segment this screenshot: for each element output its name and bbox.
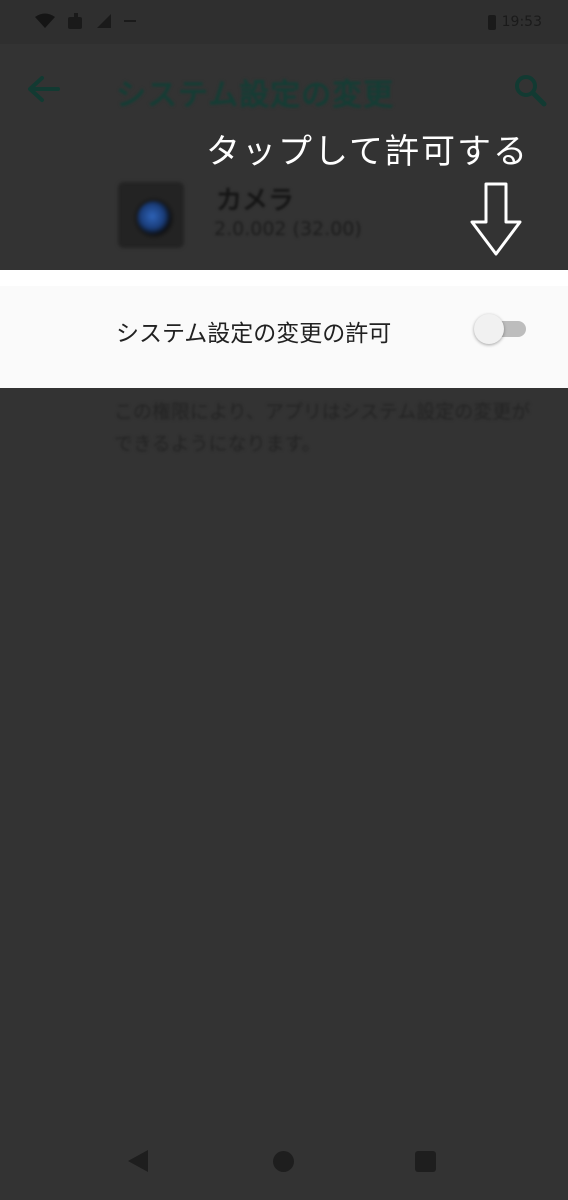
app-bar: システム設定の変更 [0,44,568,134]
app-name: カメラ [216,186,295,216]
status-time: 19:53 [501,14,542,30]
status-icons-left [34,12,136,30]
page-title: システム設定の変更 [116,78,395,113]
search-icon[interactable] [512,72,548,108]
nav-back-icon[interactable] [128,1150,148,1172]
permission-toggle[interactable] [474,312,528,346]
permission-panel: システム設定の変更の許可 [0,270,568,388]
nav-home-icon[interactable] [273,1151,294,1172]
panel-divider [0,270,568,286]
wifi-icon [35,13,55,28]
down-arrow-icon [470,182,522,256]
permission-description: この権限により、アプリはシステム設定の変更ができるようになります。 [114,401,531,455]
toggle-thumb [474,314,504,344]
status-right: 19:53 [487,14,542,30]
permission-label: システム設定の変更の許可 [116,321,392,347]
status-bar: 19:53 [0,0,568,44]
battery-icon [487,14,496,30]
annotation-text: タップして許可する [206,132,529,172]
navigation-bar [0,1120,568,1200]
app-version: 2.0.002 (32.00) [214,218,362,240]
nav-recents-icon[interactable] [415,1151,436,1172]
notification-icon [68,13,82,29]
camera-app-icon [118,182,184,248]
signal-icon [97,14,111,28]
arrow-left-icon[interactable] [26,74,62,104]
dash-icon [124,20,136,22]
